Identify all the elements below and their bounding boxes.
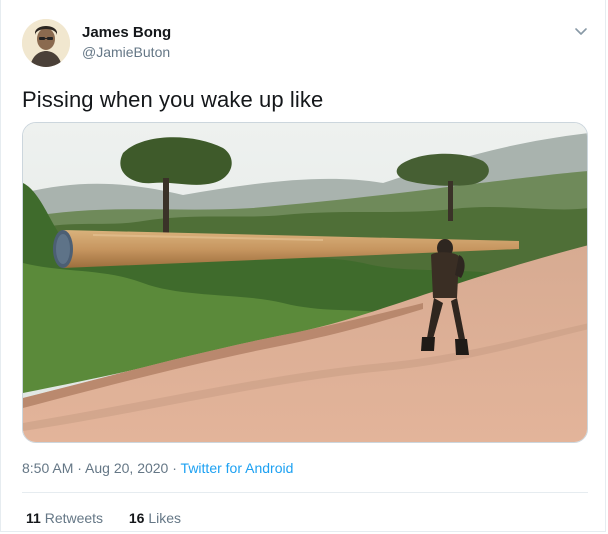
avatar-icon bbox=[22, 19, 70, 67]
likes-label: Likes bbox=[148, 510, 181, 526]
retweets-label: Retweets bbox=[44, 510, 104, 526]
likes-stat[interactable]: 16 Likes bbox=[129, 510, 181, 526]
author-handle[interactable]: @JamieButon bbox=[82, 44, 170, 60]
meta-separator: · bbox=[168, 460, 181, 476]
tweet-meta: 8:50 AM · Aug 20, 2020 · Twitter for And… bbox=[22, 460, 293, 476]
retweets-stat[interactable]: 11 Retweets bbox=[26, 510, 103, 526]
tweet-photo[interactable] bbox=[22, 122, 588, 443]
chevron-down-icon[interactable] bbox=[572, 22, 590, 40]
divider bbox=[22, 492, 588, 493]
tweet-stats: 11 Retweets 16 Likes bbox=[26, 510, 181, 526]
retweets-count: 11 bbox=[26, 510, 41, 526]
author-name[interactable]: James Bong bbox=[82, 24, 171, 41]
tweet-time[interactable]: 8:50 AM bbox=[22, 460, 73, 476]
tweet-text: Pissing when you wake up like bbox=[22, 87, 324, 112]
tweet-date[interactable]: Aug 20, 2020 bbox=[85, 460, 168, 476]
photo-image bbox=[23, 123, 587, 442]
likes-count: 16 bbox=[128, 510, 145, 526]
avatar[interactable] bbox=[22, 19, 70, 67]
tweet-source-link[interactable]: Twitter for Android bbox=[181, 460, 294, 476]
meta-separator: · bbox=[73, 460, 86, 476]
